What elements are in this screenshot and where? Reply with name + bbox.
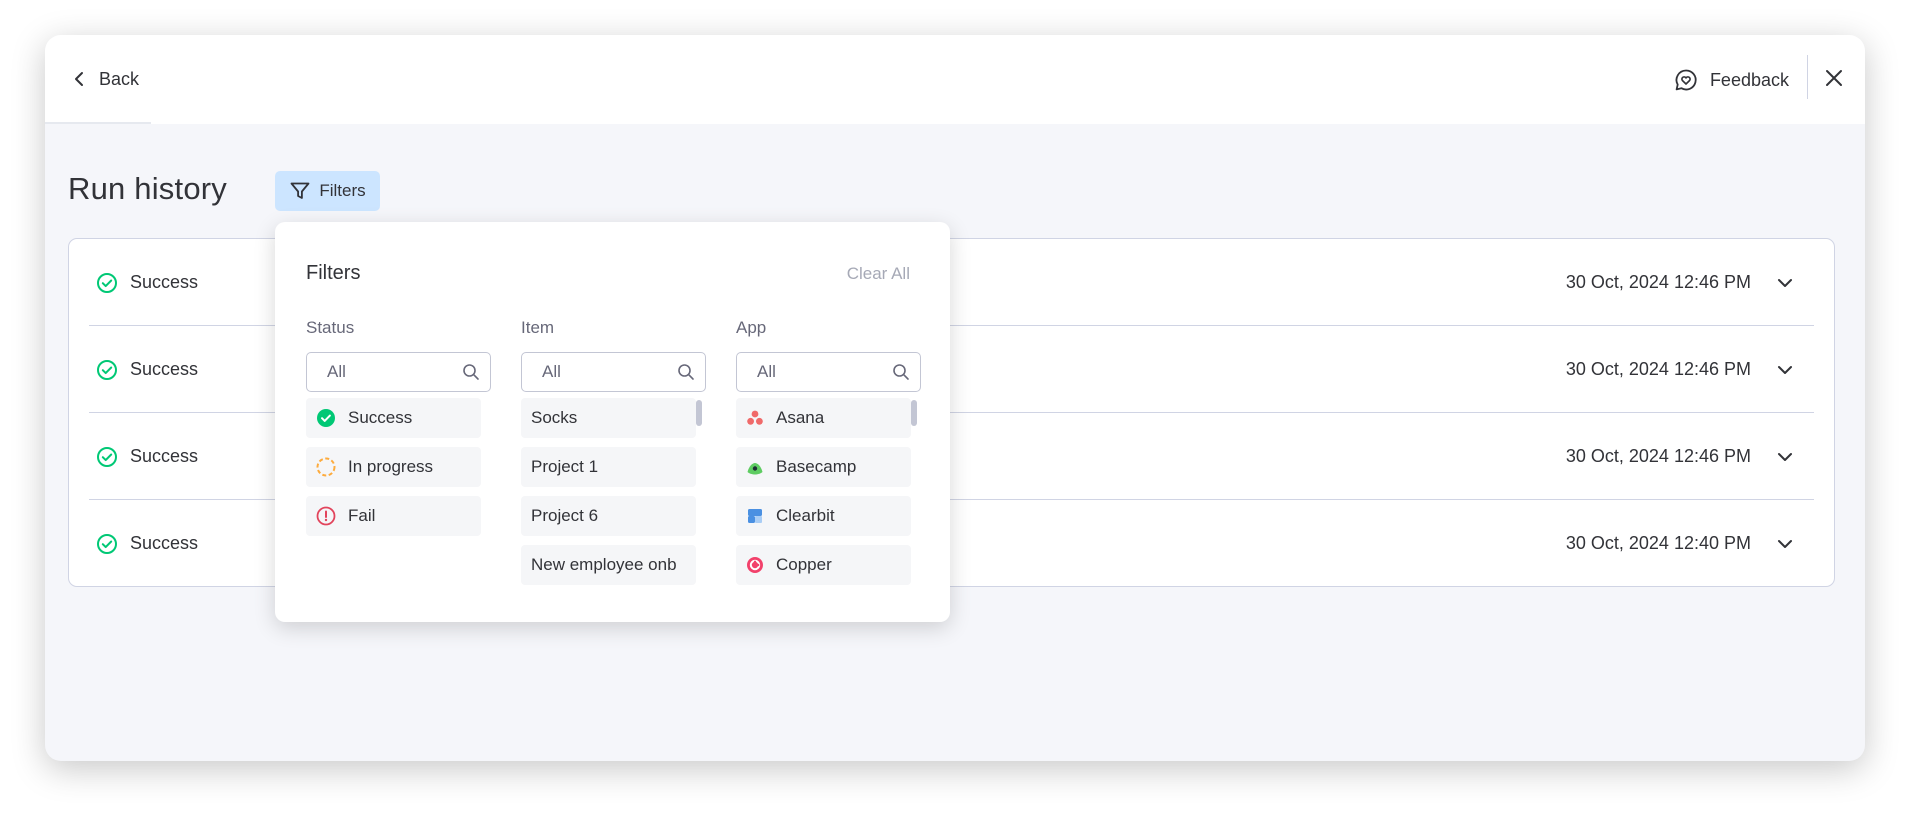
app-option-copper[interactable]: Copper	[736, 545, 911, 585]
feedback-button[interactable]: Feedback	[1668, 63, 1795, 97]
chevron-down-icon[interactable]	[1774, 446, 1796, 468]
status-options-list: Success In progress Fail	[306, 398, 491, 536]
search-icon	[677, 363, 695, 381]
app-filter-column: App Asana Basec	[736, 318, 921, 594]
run-date: 30 Oct, 2024 12:46 PM	[1565, 272, 1751, 292]
chevron-down-icon[interactable]	[1774, 533, 1796, 555]
header-tab-indicator	[45, 122, 151, 124]
run-status: Success	[96, 446, 198, 468]
search-icon	[892, 363, 910, 381]
item-search-field[interactable]	[521, 352, 706, 392]
run-status-label: Success	[130, 446, 199, 466]
success-check-icon	[96, 533, 118, 555]
item-filter-label: Item	[521, 318, 555, 337]
item-option[interactable]: New employee onb	[521, 545, 696, 585]
status-option-success[interactable]: Success	[306, 398, 481, 438]
item-option[interactable]: Project 6	[521, 496, 696, 536]
success-check-icon	[96, 272, 118, 294]
page-title: Run history	[68, 171, 227, 206]
run-status: Success	[96, 359, 198, 381]
success-check-icon	[316, 408, 336, 428]
chevron-down-icon[interactable]	[1774, 359, 1796, 381]
clearbit-icon	[746, 507, 764, 525]
run-date: 30 Oct, 2024 12:46 PM	[1565, 359, 1751, 379]
filters-panel-title: Filters	[306, 262, 361, 284]
copper-icon	[746, 556, 764, 574]
status-option-in-progress[interactable]: In progress	[306, 447, 481, 487]
basecamp-icon	[746, 458, 764, 476]
run-status: Success	[96, 533, 198, 555]
filters-panel: Filters Clear All Status Success	[275, 222, 950, 622]
feedback-label: Feedback	[1709, 69, 1789, 90]
clear-all-button[interactable]: Clear All	[847, 264, 910, 284]
item-option[interactable]: Project 1	[521, 447, 696, 487]
option-label: Fail	[348, 506, 376, 525]
run-status-label: Success	[130, 359, 199, 379]
status-search-field[interactable]	[306, 352, 491, 392]
option-label: Asana	[776, 408, 825, 427]
filters-button[interactable]: Filters	[275, 171, 380, 211]
option-label: Project 1	[531, 457, 599, 476]
success-check-icon	[96, 359, 118, 381]
status-search-input[interactable]	[327, 362, 462, 382]
item-filter-column: Item Socks Project 1 Project 6	[521, 318, 706, 594]
filters-button-label: Filters	[319, 181, 366, 200]
option-label: New employee onb	[531, 555, 677, 574]
option-label: Clearbit	[776, 506, 835, 525]
feedback-heart-bubble-icon	[1674, 68, 1698, 92]
app-filter-label: App	[736, 318, 767, 337]
fail-alert-icon	[316, 506, 336, 526]
in-progress-icon	[316, 457, 336, 477]
filter-funnel-icon	[289, 180, 311, 202]
option-label: Project 6	[531, 506, 599, 525]
item-options-list: Socks Project 1 Project 6 New employee o…	[521, 398, 706, 585]
item-list-scrollbar[interactable]	[696, 400, 702, 426]
run-status: Success	[96, 272, 198, 294]
app-options-list: Asana Basecamp Clearbit Copper	[736, 398, 921, 585]
option-label: Basecamp	[776, 457, 857, 476]
back-label: Back	[99, 68, 140, 89]
header-divider	[1807, 55, 1808, 99]
chevron-down-icon[interactable]	[1774, 272, 1796, 294]
option-label: Copper	[776, 555, 832, 574]
app-option-basecamp[interactable]: Basecamp	[736, 447, 911, 487]
item-search-input[interactable]	[542, 362, 677, 382]
close-button[interactable]	[1817, 61, 1851, 95]
app-search-field[interactable]	[736, 352, 921, 392]
option-label: Success	[348, 408, 413, 427]
item-option[interactable]: Socks	[521, 398, 696, 438]
run-status-label: Success	[130, 533, 199, 553]
status-filter-column: Status Success In progre	[306, 318, 491, 545]
status-option-fail[interactable]: Fail	[306, 496, 481, 536]
option-label: Socks	[531, 408, 578, 427]
success-check-icon	[96, 446, 118, 468]
close-icon	[1824, 68, 1844, 88]
chevron-left-icon	[73, 71, 87, 87]
run-status-label: Success	[130, 272, 199, 292]
app-list-scrollbar[interactable]	[911, 400, 917, 426]
asana-icon	[746, 409, 764, 427]
search-icon	[462, 363, 480, 381]
run-history-modal: Back Feedback Run history Filters Succes…	[45, 35, 1865, 761]
back-button[interactable]: Back	[67, 63, 145, 95]
modal-header: Back Feedback	[45, 35, 1865, 124]
run-date: 30 Oct, 2024 12:46 PM	[1565, 446, 1751, 466]
status-filter-label: Status	[306, 318, 355, 337]
option-label: In progress	[348, 457, 434, 476]
app-option-asana[interactable]: Asana	[736, 398, 911, 438]
app-option-clearbit[interactable]: Clearbit	[736, 496, 911, 536]
app-search-input[interactable]	[757, 362, 892, 382]
run-date: 30 Oct, 2024 12:40 PM	[1565, 533, 1751, 553]
